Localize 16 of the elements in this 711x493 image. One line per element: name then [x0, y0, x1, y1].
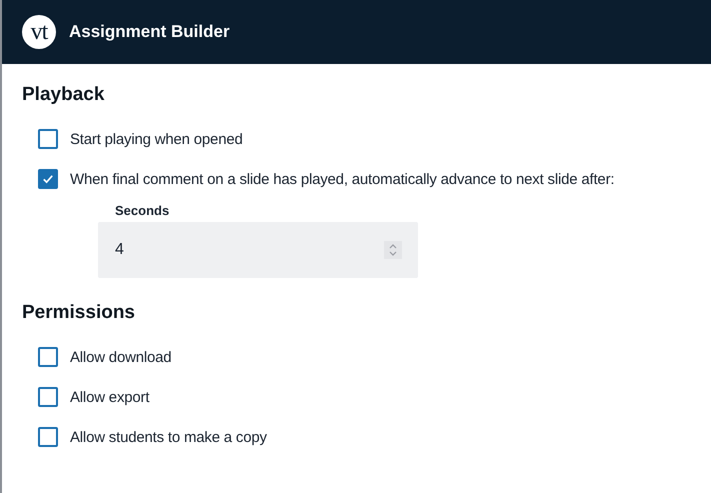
checkbox[interactable]: [38, 427, 58, 447]
checkbox-label: Allow export: [70, 388, 150, 406]
window-title: Assignment Builder: [69, 22, 230, 42]
checkbox[interactable]: [38, 347, 58, 367]
checkbox-label: Allow download: [70, 348, 172, 366]
field-label: Seconds: [114, 203, 170, 218]
section-heading: Playback: [22, 84, 106, 106]
checkbox[interactable]: [38, 129, 58, 149]
logo: vt: [22, 15, 56, 49]
section-heading: Permissions: [22, 302, 136, 324]
checkbox[interactable]: [38, 387, 58, 407]
checkbox-label: Allow students to make a copy: [70, 428, 267, 446]
number-field[interactable]: 4: [98, 222, 418, 278]
checkbox-label: When final comment on a slide has played, automatically advance to next slide after:: [70, 170, 614, 188]
checkbox-label: Start playing when opened: [70, 130, 243, 148]
checkbox[interactable]: [38, 169, 58, 189]
